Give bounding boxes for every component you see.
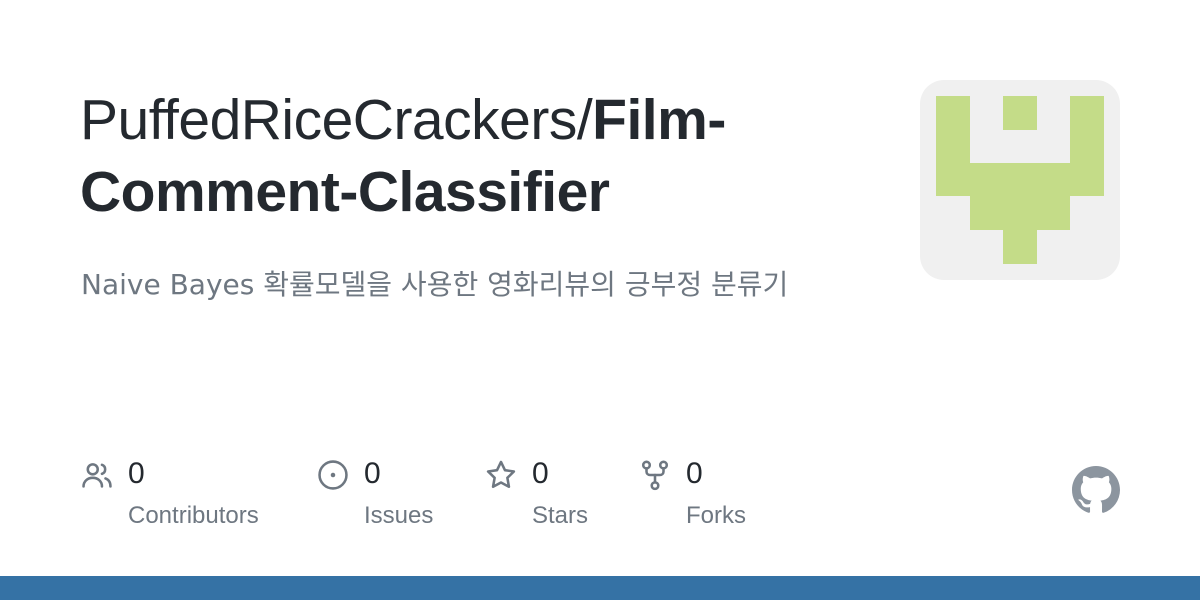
repo-description: Naive Bayes 확률모델을 사용한 영화리뷰의 긍부정 분류기: [81, 268, 789, 301]
repo-owner: PuffedRiceCrackers/: [80, 88, 593, 152]
star-icon: [486, 460, 516, 489]
issues-count: 0: [364, 457, 381, 490]
forks-label: Forks: [686, 502, 746, 529]
owner-avatar[interactable]: [920, 80, 1120, 280]
stars-label: Stars: [532, 502, 589, 529]
people-icon: [82, 463, 112, 488]
language-bar: [0, 576, 1200, 600]
issues-label: Issues: [364, 502, 434, 529]
avatar-pixel: [970, 196, 1004, 230]
github-logo-icon[interactable]: [1072, 466, 1120, 514]
social-preview-card: PuffedRiceCrackers/Film-Comment-Classifi…: [0, 0, 1200, 600]
avatar-pixel: [1036, 196, 1070, 230]
issue-icon: [318, 460, 348, 490]
stars-count: 0: [532, 457, 549, 490]
avatar-pixel: [1003, 230, 1037, 264]
avatar-pixel: [936, 96, 970, 196]
avatar-pixel: [1070, 96, 1104, 196]
repo-stats: 0 Contributors 0 Issues 0 Stars 0 Forks: [80, 452, 840, 552]
contributors-label: Contributors: [128, 502, 259, 529]
avatar-pixel: [1003, 96, 1037, 130]
forks-count: 0: [686, 457, 703, 490]
fork-icon: [641, 460, 669, 491]
repo-title[interactable]: PuffedRiceCrackers/Film-Comment-Classifi…: [80, 84, 860, 228]
contributors-count: 0: [128, 457, 145, 490]
